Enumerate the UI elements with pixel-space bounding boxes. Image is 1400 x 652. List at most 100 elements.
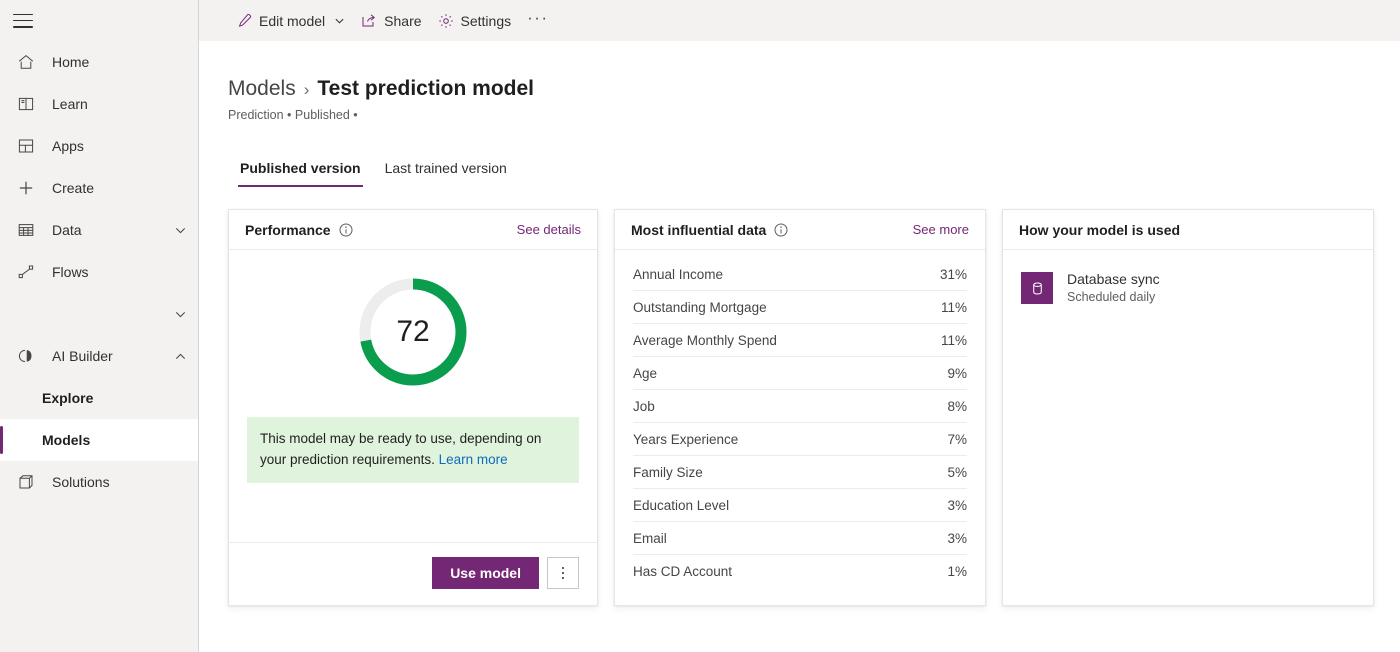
tab-last-trained-version[interactable]: Last trained version [373,152,519,187]
influential-data-value: 1% [947,564,967,579]
influential-data-value: 3% [947,498,967,513]
influential-data-name: Job [633,399,655,414]
home-icon [16,52,36,72]
influential-data-name: Education Level [633,498,729,513]
influential-data-row: Education Level 3% [633,489,967,522]
sidebar-item-collapse-toggle[interactable] [0,293,198,335]
how-model-is-used-card: How your model is used Database sync Sch… [1002,209,1374,606]
model-meta: Prediction • Published • [228,108,1400,122]
sidebar-item-home[interactable]: Home [0,41,198,83]
influential-data-value: 7% [947,432,967,447]
usage-item-text: Database sync Scheduled daily [1067,270,1160,306]
usage-card-body: Database sync Scheduled daily [1003,250,1373,306]
influential-data-row: Family Size 5% [633,456,967,489]
influential-data-name: Years Experience [633,432,738,447]
edit-model-label: Edit model [259,13,325,29]
influential-data-row: Outstanding Mortgage 11% [633,291,967,324]
sidebar-item-label: Apps [52,138,198,154]
main-content: Edit model Share Settings ··· [199,0,1400,652]
solutions-icon [16,472,36,492]
usage-card-header: How your model is used [1003,210,1373,250]
influential-data-name: Outstanding Mortgage [633,300,767,315]
influential-data-list: Annual Income31% Outstanding Mortgage 11% A… [615,250,985,588]
settings-button[interactable]: Settings [430,5,520,37]
table-icon [16,220,36,240]
influential-data-value: 8% [947,399,967,414]
influential-data-value: 5% [947,465,967,480]
gear-icon [438,13,454,29]
no-icon [16,304,36,324]
influential-data-value: 9% [947,366,967,381]
breadcrumb-models-link[interactable]: Models [228,77,296,101]
use-model-button[interactable]: Use model [432,557,539,589]
sidebar-item-label: Create [52,180,198,196]
influential-data-row: Job 8% [633,390,967,423]
influential-data-name: Family Size [633,465,703,480]
sidebar-item-models[interactable]: Models [0,419,198,461]
sidebar-item-label: Learn [52,96,198,112]
share-button[interactable]: Share [353,5,429,37]
see-details-link[interactable]: See details [517,222,581,237]
performance-card-title: Performance [245,222,331,238]
chevron-down-icon[interactable] [168,224,192,237]
influential-data-name: Email [633,531,667,546]
chevron-down-icon[interactable] [168,308,192,321]
share-icon [361,13,377,29]
performance-card-footer: Use model [229,542,597,605]
sidebar-item-apps[interactable]: Apps [0,125,198,167]
sidebar-item-label: Models [42,432,198,448]
cards-row: Performance See details 72 [228,209,1400,606]
share-label: Share [384,13,421,29]
see-more-link[interactable]: See more [913,222,969,237]
performance-more-button[interactable] [547,557,579,589]
learn-more-link[interactable]: Learn more [439,452,508,467]
ai-builder-icon [16,346,36,366]
left-navigation-sidebar: Home Learn Apps Create Data Flows AI Builder Ex… [0,0,199,652]
influential-data-value: 11% [941,300,967,315]
influential-card-title: Most influential data [631,222,766,238]
settings-label: Settings [461,13,512,29]
more-commands-button[interactable]: ··· [519,5,556,37]
influential-data-row: Years Experience 7% [633,423,967,456]
hamburger-menu-button[interactable] [0,0,198,41]
performance-card: Performance See details 72 [228,209,598,606]
sidebar-item-learn[interactable]: Learn [0,83,198,125]
sidebar-item-create[interactable]: Create [0,167,198,209]
usage-list-item[interactable]: Database sync Scheduled daily [1021,270,1355,306]
influential-data-name: Age [633,366,657,381]
page-title: Test prediction model [317,77,534,101]
sidebar-item-data[interactable]: Data [0,209,198,251]
influential-data-row: Has CD Account1% [633,555,967,588]
influential-card-header: Most influential data See more [615,210,985,250]
usage-item-name: Database sync [1067,270,1160,288]
plus-icon [16,178,36,198]
sidebar-item-ai-builder[interactable]: AI Builder [0,335,198,377]
influential-data-row: Average Monthly Spend11% [633,324,967,357]
tab-published-version[interactable]: Published version [228,152,373,187]
most-influential-data-card: Most influential data See more Annual In… [614,209,986,606]
pencil-icon [236,13,252,29]
influential-data-row: Annual Income31% [633,258,967,291]
sidebar-item-label: Data [52,222,168,238]
info-icon[interactable] [774,223,788,237]
edit-model-button[interactable]: Edit model [228,5,353,37]
ellipsis-icon: ··· [527,13,548,29]
performance-gauge: 72 [357,276,469,388]
chevron-up-icon[interactable] [168,350,192,363]
usage-card-title: How your model is used [1019,222,1180,238]
info-icon[interactable] [339,223,353,237]
influential-data-name: Average Monthly Spend [633,333,777,348]
sidebar-item-label: Flows [52,264,198,280]
hamburger-icon [13,14,33,28]
database-icon [1021,272,1053,304]
performance-banner: This model may be ready to use, dependin… [247,417,579,483]
sidebar-item-label: AI Builder [52,348,168,364]
version-tabs: Published versionLast trained version [228,152,1400,187]
sidebar-item-label: Home [52,54,198,70]
performance-score: 72 [357,276,469,388]
sidebar-item-flows[interactable]: Flows [0,251,198,293]
sidebar-item-solutions[interactable]: Solutions [0,461,198,503]
page-content: Models › Test prediction model Predictio… [199,77,1400,606]
sidebar-item-explore[interactable]: Explore [0,377,198,419]
usage-item-schedule: Scheduled daily [1067,288,1160,306]
